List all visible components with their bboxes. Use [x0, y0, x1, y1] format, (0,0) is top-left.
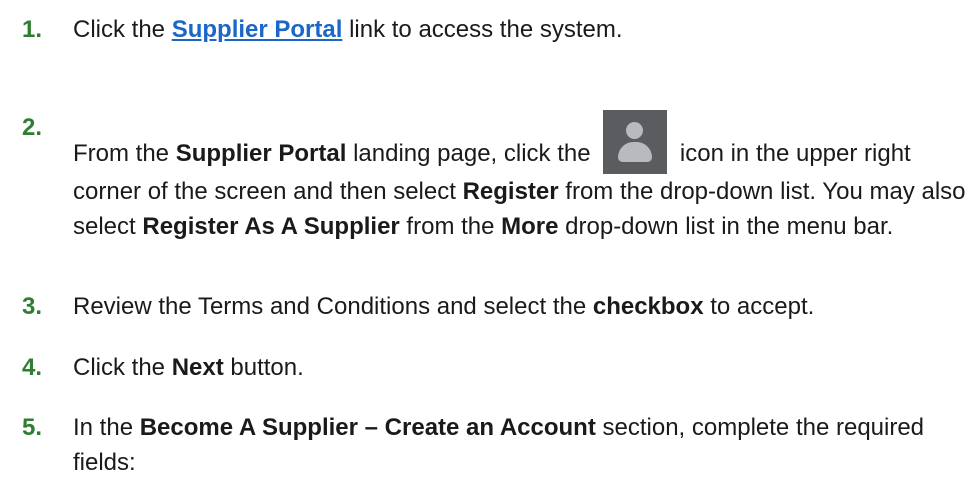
more-label: More	[501, 213, 559, 240]
register-label: Register	[462, 178, 559, 205]
step-text-segment: landing page, click the	[346, 140, 598, 167]
avatar-body	[618, 142, 653, 162]
step-text: Click the Next button.	[73, 350, 967, 385]
checkbox-label: checkbox	[592, 293, 704, 320]
step-text-segment: Click the	[73, 354, 172, 381]
next-label: Next	[171, 354, 224, 381]
step-number: 5.	[22, 414, 43, 441]
step-number: 4.	[22, 354, 43, 381]
become-supplier-section-label: Become A Supplier – Create an Account	[139, 414, 596, 441]
avatar-head	[626, 122, 644, 139]
register-as-supplier-label: Register As A Supplier	[142, 213, 400, 240]
step-number: 3.	[22, 293, 43, 320]
step-text: Review the Terms and Conditions and sele…	[73, 289, 967, 324]
step-text-segment: button.	[223, 354, 304, 381]
step-text-segment: In the	[73, 414, 140, 441]
step-text-segment: From the	[73, 140, 176, 167]
step-number: 1.	[22, 16, 43, 43]
step-text-segment: Click the	[73, 16, 172, 43]
step-text-segment: Review the Terms and Conditions and sele…	[73, 293, 593, 320]
step-text: Click the Supplier Portal link to access…	[73, 12, 967, 47]
step-text-segment: from the	[399, 213, 502, 240]
step-text-segment: link to access the system.	[342, 16, 623, 43]
step-number: 2.	[22, 114, 43, 141]
step-text: In the Become A Supplier – Create an Acc…	[73, 410, 967, 480]
step-text-segment: to accept.	[703, 293, 815, 320]
supplier-portal-label: Supplier Portal	[175, 140, 347, 167]
step-text: From the Supplier Portal landing page, c…	[73, 110, 967, 244]
step-text-segment: drop-down list in the menu bar.	[558, 213, 894, 240]
supplier-portal-link[interactable]: Supplier Portal	[172, 16, 343, 43]
user-avatar-icon	[603, 110, 668, 174]
